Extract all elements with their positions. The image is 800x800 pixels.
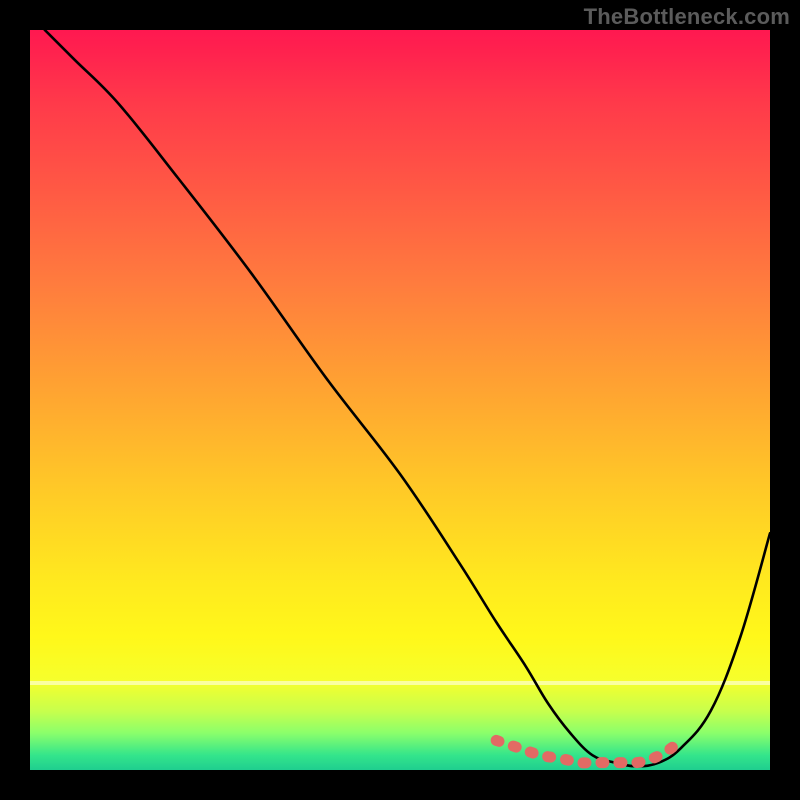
curve-svg <box>30 30 770 770</box>
bottleneck-curve-path <box>45 30 770 766</box>
plot-area <box>30 30 770 770</box>
chart-frame: TheBottleneck.com <box>0 0 800 800</box>
watermark-text: TheBottleneck.com <box>584 4 790 30</box>
